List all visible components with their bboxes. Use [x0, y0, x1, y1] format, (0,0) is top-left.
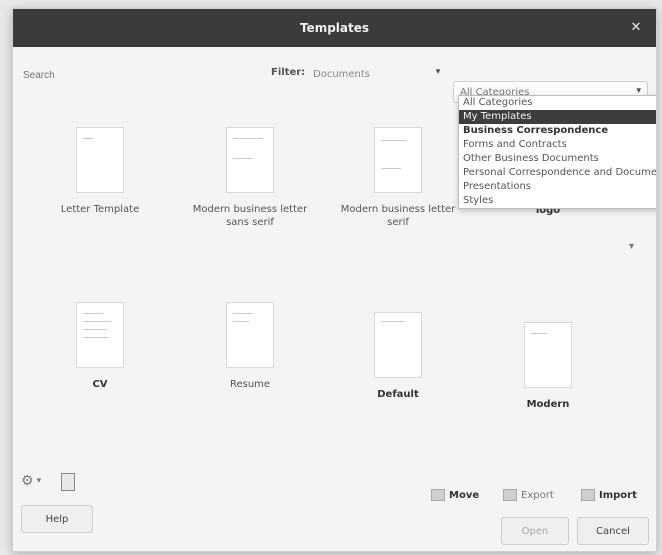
template-item[interactable]: Default	[333, 312, 463, 401]
import-label: Import	[599, 489, 637, 501]
template-label: Resume	[229, 379, 271, 390]
category-option[interactable]: Other Business Documents	[459, 152, 656, 166]
filter-select[interactable]: Documents ▾	[313, 63, 443, 85]
settings-menu-button[interactable]: ⚙ ▾	[21, 473, 41, 489]
templates-dialog: Templates ✕ Filter: Documents ▾ All Cate…	[12, 8, 657, 552]
template-thumbnail	[226, 302, 274, 368]
template-item[interactable]: Letter Template	[35, 127, 165, 216]
template-thumbnail	[226, 127, 274, 193]
filter-value: Documents	[313, 68, 371, 80]
gear-icon: ⚙	[21, 473, 34, 489]
category-option-selected[interactable]: My Templates	[459, 110, 656, 124]
template-thumbnail	[374, 312, 422, 378]
chevron-down-icon: ▾	[36, 476, 42, 486]
folder-icon	[431, 489, 445, 501]
import-button[interactable]: Import	[581, 489, 637, 501]
template-item[interactable]: Modern business letter sans serif	[185, 127, 315, 229]
chevron-down-icon[interactable]: ▾	[629, 241, 634, 252]
category-option[interactable]: Presentations	[459, 180, 656, 194]
search-input[interactable]	[21, 63, 235, 87]
help-button[interactable]: Help	[21, 505, 93, 533]
template-item[interactable]: CV	[35, 302, 165, 391]
template-label: CV	[92, 379, 108, 390]
template-label: Letter Template	[60, 204, 140, 215]
window-title: Templates	[299, 21, 370, 35]
move-label: Move	[449, 489, 480, 501]
document-icon[interactable]	[61, 473, 75, 491]
template-label: Modern business letter sans serif	[192, 204, 308, 228]
import-icon	[581, 489, 595, 501]
category-option[interactable]: Business Correspondence	[459, 124, 656, 138]
cancel-button[interactable]: Cancel	[577, 517, 649, 545]
template-item[interactable]: Modern	[483, 322, 613, 411]
template-label: Default	[377, 389, 419, 400]
template-thumbnail	[76, 302, 124, 368]
template-label: Modern	[526, 399, 570, 410]
open-button[interactable]: Open	[501, 517, 569, 545]
category-dropdown: All Categories My Templates Business Cor…	[458, 95, 656, 209]
move-button[interactable]: Move	[431, 489, 479, 501]
export-icon	[503, 489, 517, 501]
template-thumbnail	[76, 127, 124, 193]
bottom-toolbar: ⚙ ▾ Move Export Import	[13, 467, 656, 501]
open-label: Open	[521, 525, 549, 537]
filter-label: Filter:	[271, 67, 306, 78]
template-item[interactable]: Resume	[185, 302, 315, 391]
category-option[interactable]: Forms and Contracts	[459, 138, 656, 152]
category-option[interactable]: All Categories	[459, 96, 656, 110]
cancel-label: Cancel	[596, 525, 630, 537]
dialog-buttons: Help Open Cancel	[13, 503, 656, 545]
title-bar: Templates ✕	[13, 9, 656, 47]
category-option[interactable]: Personal Correspondence and Documents	[459, 166, 656, 180]
template-label: Modern business letter serif	[340, 204, 456, 228]
category-option[interactable]: Styles	[459, 194, 656, 208]
template-thumbnail	[374, 127, 422, 193]
export-label: Export	[521, 489, 554, 501]
template-item[interactable]: Modern business letter serif	[333, 127, 463, 229]
close-icon[interactable]: ✕	[628, 20, 644, 36]
help-label: Help	[45, 513, 69, 525]
export-button[interactable]: Export	[503, 489, 554, 501]
chevron-down-icon: ▾	[435, 67, 441, 77]
template-thumbnail	[524, 322, 572, 388]
